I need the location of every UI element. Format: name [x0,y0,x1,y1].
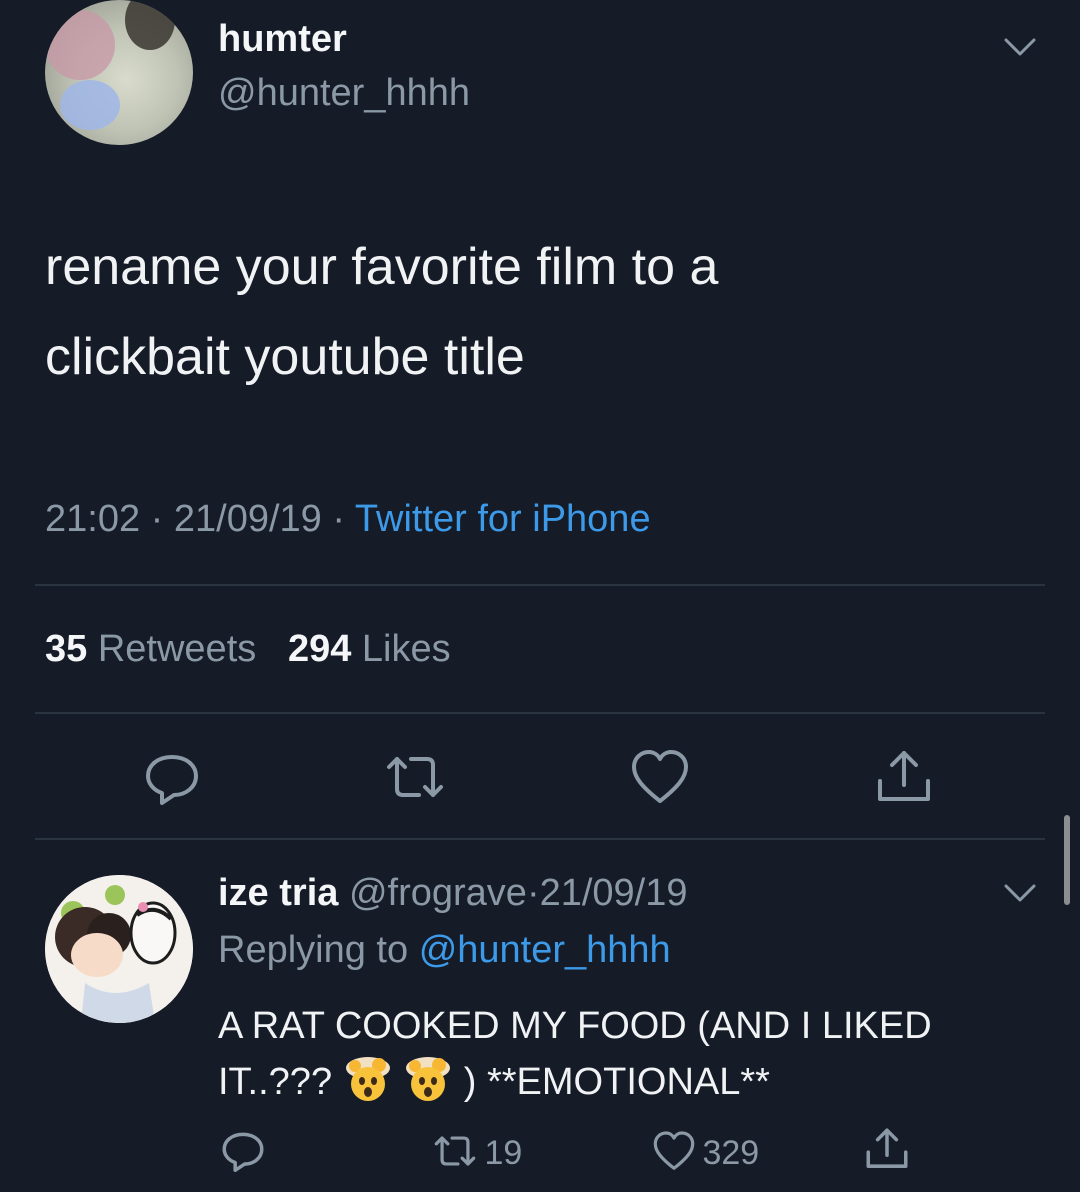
reply-icon[interactable] [140,745,204,809]
reply-date: 21/09/19 [539,872,688,914]
reply-avatar[interactable] [45,875,193,1023]
reply-retweet-action[interactable]: 19 [430,1128,522,1174]
reply-header: ize tria @frograve·21/09/19 [218,872,688,915]
reply-retweet-count: 19 [484,1134,523,1172]
retweet-count: 35 [45,628,88,670]
reply-text: A RAT COOKED MY FOOD (AND I LIKED IT..??… [218,998,1048,1110]
reply-like-count: 329 [702,1134,760,1172]
reply-author-name[interactable]: ize tria [218,872,338,914]
reply-text-line-2-end: ) **EMOTIONAL** [463,1061,770,1103]
replying-mention-link[interactable]: @hunter_hhhh [419,929,671,971]
exploding-head-emoji [345,1057,390,1101]
like-label: Likes [361,628,451,670]
reply-separator: · [526,872,540,914]
likes-stat[interactable]: 294 Likes [288,628,451,670]
chevron-down-icon[interactable] [1002,876,1038,912]
retweets-stat[interactable]: 35 Retweets [45,628,267,670]
replying-prefix: Replying to [218,929,409,971]
divider [35,712,1045,714]
tweet-author-handle[interactable]: @hunter_hhhh [218,72,470,115]
reply-text-line-1: A RAT COOKED MY FOOD (AND I LIKED [218,1005,932,1047]
reply-text-line-2: IT..??? ) **EMOTIONAL** [218,1054,1048,1110]
retweet-label: Retweets [97,628,257,670]
exploding-head-emoji [406,1057,451,1101]
tweet-author-name[interactable]: humter [218,18,347,61]
tweet-time: 21:02 [45,498,141,540]
retweet-icon[interactable] [383,745,447,809]
chevron-down-icon[interactable] [1002,30,1038,66]
reply-author-handle[interactable]: @frograve [349,872,527,914]
avatar[interactable] [45,0,193,145]
share-icon[interactable] [862,1124,912,1174]
tweet-date: 21/09/19 [173,498,322,540]
meta-separator: · [332,498,346,540]
reply-text-line-2-start: IT..??? [218,1061,333,1103]
scrollbar[interactable] [1064,815,1070,905]
replying-to: Replying to @hunter_hhhh [218,929,671,972]
tweet-source-link[interactable]: Twitter for iPhone [355,498,651,540]
tweet-text: rename your favorite film to a clickbait… [45,222,1005,402]
heart-icon[interactable] [650,1128,698,1174]
tweet-text-line-1: rename your favorite film to a [45,238,719,296]
divider [35,584,1045,586]
tweet-stats: 35 Retweets 294 Likes [45,628,451,671]
reply-icon[interactable] [218,1125,268,1175]
meta-separator: · [150,498,164,540]
tweet-text-line-2: clickbait youtube title [45,328,525,386]
like-count: 294 [287,628,352,670]
heart-icon[interactable] [628,745,692,809]
retweet-icon[interactable] [430,1128,480,1174]
reply-like-action[interactable]: 329 [650,1128,759,1174]
share-icon[interactable] [872,745,936,809]
tweet-meta: 21:02 · 21/09/19 · Twitter for iPhone [45,498,651,541]
divider [35,838,1045,840]
